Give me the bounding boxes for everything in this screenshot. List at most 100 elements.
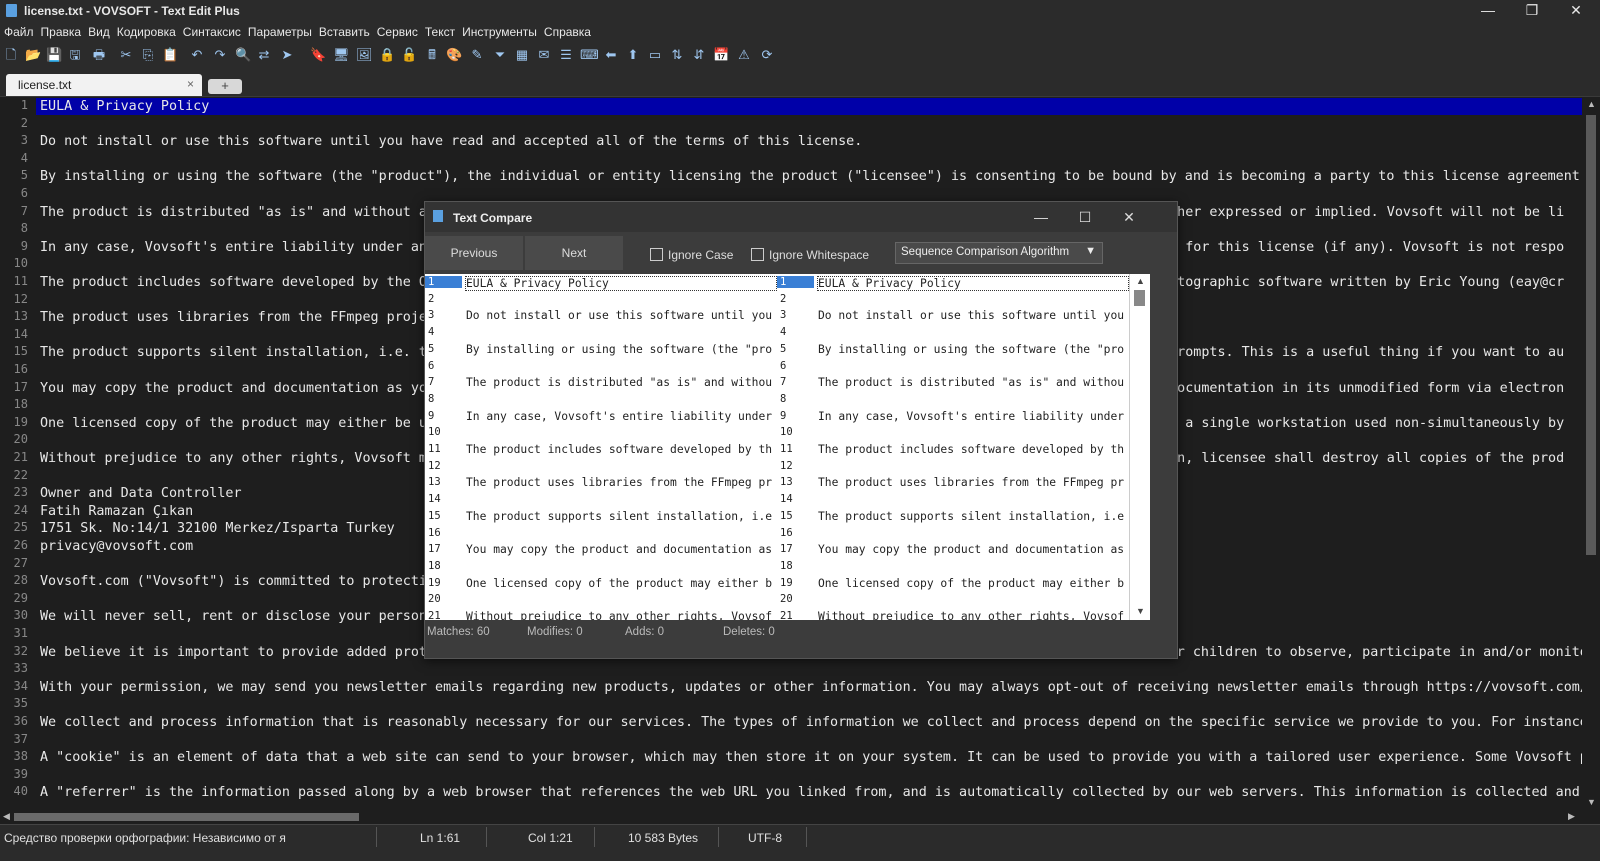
image-icon[interactable]: 🖼 [356,47,373,63]
panel-icon[interactable]: ▭ [647,47,663,63]
print-icon[interactable]: 🖶 [91,47,107,63]
right-compare-pane[interactable]: 1 2 3 4 5 6 7 8 9 10 11 12 13 14 15 16 17 18 19 20 21 EULA & … [777,274,1129,620]
dialog-close-button[interactable]: ✕ [1109,206,1149,228]
lock-icon[interactable]: 🔒 [379,47,395,63]
editor-line: By installing or using the software (the… [40,169,1582,184]
algorithm-select[interactable]: Sequence Comparison Algorithm ▼ [895,242,1103,264]
new-file-icon[interactable]: 🗋 [3,47,19,63]
restore-button[interactable]: ❐ [1510,0,1554,22]
line-number: 40 [13,784,28,798]
update-icon[interactable]: ⟳ [759,47,775,63]
compare-line-number: 15 [780,510,793,522]
ignore-case-checkbox[interactable]: Ignore Case [650,248,733,262]
calendar-icon[interactable]: 📅 [713,47,729,63]
compare-line-number: 4 [780,326,787,338]
editor-line-fragment: ryptographic software written by Eric Yo… [1153,275,1565,290]
vertical-scrollbar[interactable]: ▲ ▼ [1582,97,1600,810]
monitor-icon[interactable]: 🖥 [333,47,350,63]
warning-icon[interactable]: ⚠ [736,47,752,63]
menu-item-10[interactable]: Справка [540,22,594,39]
menu-item-5[interactable]: Параметры [244,22,315,39]
close-button[interactable]: ✕ [1554,0,1598,22]
paste-icon[interactable]: 📋 [162,47,178,63]
next-button[interactable]: Next [525,236,623,270]
menu-item-0[interactable]: Файл [0,22,37,39]
tab-close-icon[interactable]: × [187,77,194,91]
line-number: 29 [13,591,28,605]
editor-line: Owner and Data Controller [40,486,242,501]
editor-line-fragment: either expressed or implied. Vovsoft wil… [1153,205,1565,220]
menu-item-8[interactable]: Текст [421,22,458,39]
menu-item-4[interactable]: Синтаксис [179,22,244,39]
calculator-icon[interactable]: 🖩 [424,47,440,63]
save-icon[interactable]: 💾 [46,47,62,63]
compare-scroll-thumb[interactable] [1134,290,1145,306]
undo-icon[interactable]: ↶ [189,47,205,63]
tab-license-txt[interactable]: license.txt × [6,74,202,96]
title-bar: license.txt - VOVSOFT - Text Edit Plus —… [0,0,1600,22]
dialog-maximize-button[interactable]: ☐ [1065,206,1105,228]
color-picker-icon[interactable]: 🎨 [446,47,462,63]
upload-icon[interactable]: ⬆ [625,47,641,63]
compare-line-number: 20 [428,593,441,605]
compare-line: In any case, Vovsoft's entire liability … [466,410,773,423]
previous-button[interactable]: Previous [425,236,523,270]
column-position: Col 1:21 [528,831,573,845]
menu-item-3[interactable]: Кодировка [113,22,179,39]
left-compare-pane[interactable]: 1 2 3 4 5 6 7 8 9 10 11 12 13 14 15 16 17 18 19 20 21 EULA & … [425,274,777,620]
dialog-minimize-button[interactable]: — [1021,206,1061,228]
minimize-button[interactable]: — [1466,0,1510,22]
ignore-whitespace-checkbox[interactable]: Ignore Whitespace [751,248,869,262]
mail-icon[interactable]: ✉ [536,47,552,63]
back-arrow-icon[interactable]: ⬅ [603,47,619,63]
horizontal-scrollbar[interactable]: ◀ ▶ [0,810,1582,824]
compare-line-number: 10 [428,426,441,438]
compare-line-number: 2 [428,293,435,305]
spellcheck-status: Средство проверки орфографии: Независимо… [4,831,286,845]
editor-line: We will never sell, rent or disclose you… [40,609,427,624]
main-toolbar: 🗋 📂 💾 🖫 🖶 ✂ ⎘ 📋 ↶ ↷ 🔍 ⇄ ➤ 🔖 🖥 🖼 🔒 🔓 🖩 🎨 ✎ ⏷ ▦ ✉ ☰ ⌨ ⬅ ⬆ ▭ ⇅ ⇵ 📅 ⚠ ⟳ [0,42,1600,68]
scroll-down-icon[interactable]: ▼ [1587,797,1596,807]
menu-item-1[interactable]: Правка [37,22,85,39]
open-folder-icon[interactable]: 📂 [25,47,41,63]
sort-icon[interactable]: ⇅ [669,47,685,63]
line-number: 34 [13,679,28,693]
compare-scrollbar[interactable]: ▲ ▼ [1129,274,1150,620]
horizontal-scroll-thumb[interactable] [14,813,359,821]
unlock-icon[interactable]: 🔓 [401,47,417,63]
cut-icon[interactable]: ✂ [118,47,134,63]
table-icon[interactable]: ▦ [514,47,530,63]
editor-line: Do not install or use this software unti… [40,134,863,149]
scroll-down-icon[interactable]: ▼ [1136,606,1145,616]
compare-line-number: 21 [428,610,441,620]
copy-icon[interactable]: ⎘ [140,47,156,63]
compare-line-number: 8 [428,393,435,405]
menu-bar: Файл Правка Вид Кодировка Синтаксис Параметры… [0,22,1600,42]
save-all-icon[interactable]: 🖫 [67,47,83,63]
vertical-scroll-thumb[interactable] [1586,115,1596,555]
menu-item-7[interactable]: Сервис [373,22,421,39]
sort-alt-icon[interactable]: ⇵ [691,47,707,63]
scroll-right-icon[interactable]: ▶ [1568,811,1575,822]
keyboard-icon[interactable]: ⌨ [580,47,599,63]
filter-icon[interactable]: ⏷ [492,47,508,63]
goto-icon[interactable]: ➤ [279,47,295,63]
find-icon[interactable]: 🔍 [235,47,251,63]
editor-line: You may copy the product and documentati… [40,381,427,396]
menu-item-6[interactable]: Вставить [315,22,373,39]
line-number: 28 [13,573,28,587]
eyedropper-icon[interactable]: ✎ [469,47,485,63]
scroll-up-icon[interactable]: ▲ [1587,99,1596,109]
editor-line: A "referrer" is the information passed a… [40,785,1582,800]
bookmark-icon[interactable]: 🔖 [310,47,326,63]
replace-icon[interactable]: ⇄ [256,47,272,63]
menu-item-2[interactable]: Вид [84,22,113,39]
scroll-left-icon[interactable]: ◀ [3,811,10,822]
menu-item-9[interactable]: Инструменты [458,22,540,39]
editor-line-fragment: on a single workstation used non-simulta… [1153,416,1565,431]
list-icon[interactable]: ☰ [558,47,574,63]
scroll-up-icon[interactable]: ▲ [1136,276,1145,286]
new-tab-button[interactable]: + [208,79,242,94]
compare-line-number: 12 [780,460,793,472]
redo-icon[interactable]: ↷ [212,47,228,63]
